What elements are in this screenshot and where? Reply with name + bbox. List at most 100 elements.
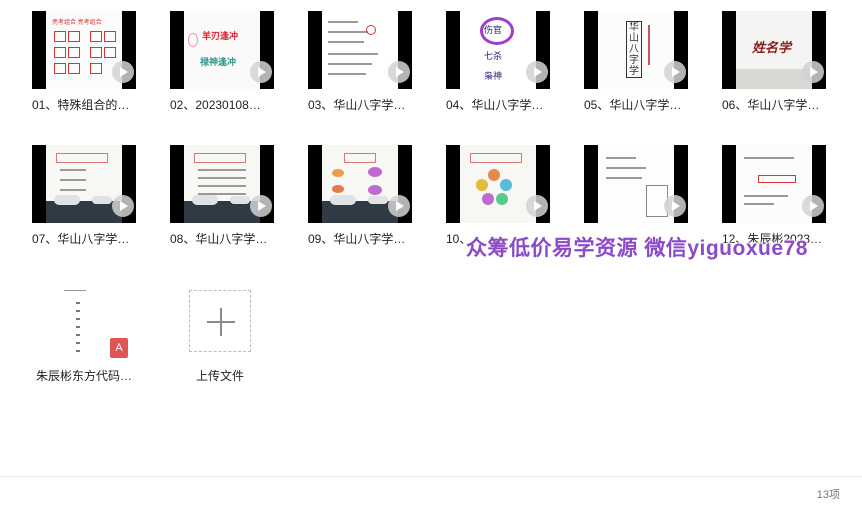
file-item-07[interactable]: 07、华山八字学… [30,145,160,265]
file-item-03[interactable]: 03、华山八字学… [306,11,436,131]
slide-text: 伤官 [484,25,503,35]
slide-cell [68,47,80,58]
file-name[interactable]: 08、华山八字学… [170,231,276,247]
file-item-09[interactable]: 09、华山八字学… [306,145,436,265]
slide-title-box [344,153,376,163]
video-thumbnail[interactable] [446,145,550,223]
decor-mountains [736,69,812,89]
video-thumbnail[interactable]: 姓名学 [722,11,826,89]
slide-preview: 羊刃逢冲 禄神逢冲 [184,11,260,89]
decor-shape [332,169,344,177]
slide-preview: 姓名学 [736,11,812,89]
slide-text: 禄神逢冲 [200,57,237,67]
file-name[interactable]: 04、华山八字学… [446,97,552,113]
video-thumbnail[interactable] [170,145,274,223]
decor-shape [368,167,382,177]
play-icon[interactable] [112,61,134,83]
video-thumbnail[interactable]: 华山八字学 [584,11,688,89]
text-line [328,63,372,65]
text-line [606,177,642,179]
file-name[interactable]: 01、特殊组合的… [32,97,138,113]
text-line [76,350,80,352]
slide-text: 羊刃逢冲 [202,31,239,41]
play-icon[interactable] [802,61,824,83]
slide-preview [598,145,674,223]
text-line [198,185,246,187]
decor-shape [332,185,344,193]
video-thumbnail[interactable] [722,145,826,223]
file-name[interactable]: 07、华山八字学… [32,231,138,247]
video-thumbnail[interactable]: 伤官 七杀 枭神 [446,11,550,89]
text-line [76,342,80,344]
text-line [198,177,246,179]
slide-cell [68,31,80,42]
text-line [60,179,86,181]
slide-preview [322,145,398,223]
video-thumbnail[interactable]: 羊刃逢冲 禄神逢冲 [170,11,274,89]
file-name[interactable]: 05、华山八字学… [584,97,690,113]
status-bar: 13项 [0,476,862,506]
text-line [744,195,788,197]
file-name[interactable]: 02、20230108… [170,97,276,113]
play-icon[interactable] [250,61,272,83]
text-line [328,41,364,43]
pdf-thumbnail[interactable]: A [44,284,128,360]
text-line [76,302,80,304]
file-name[interactable]: 朱辰彬东方代码… [36,368,142,384]
slide-preview [460,145,536,223]
decor-clouds [322,195,398,223]
slide-preview: 亮考组合 亮考组合 [46,11,122,89]
play-icon[interactable] [526,61,548,83]
play-icon[interactable] [112,195,134,217]
decor-shape [188,33,198,47]
video-thumbnail[interactable] [308,145,412,223]
slide-cell [104,31,116,42]
play-icon[interactable] [388,195,410,217]
slide-title: 姓名学 [752,40,792,55]
slide-cell [90,47,102,58]
text-line [328,73,366,75]
slide-cell [54,63,66,74]
slide-cell [54,47,66,58]
play-icon[interactable] [664,195,686,217]
video-thumbnail[interactable] [584,145,688,223]
decor-shape [368,185,382,195]
text-line [60,169,86,171]
slide-cell [104,47,116,58]
slide-preview [322,11,398,89]
slide-cell [54,31,66,42]
upload-button[interactable] [189,290,251,352]
text-line [198,169,246,171]
decor-clouds [184,195,260,223]
slide-title: 亮考组合 亮考组合 [52,20,102,26]
file-item-01[interactable]: 亮考组合 亮考组合 01、特殊组合的… [30,11,160,131]
pdf-icon: A [110,338,128,358]
play-icon[interactable] [802,195,824,217]
decor-shape [482,193,494,205]
play-icon[interactable] [250,195,272,217]
file-item-06[interactable]: 姓名学 06、华山八字学… [720,11,850,131]
file-item-pdf[interactable]: A 朱辰彬东方代码… [30,284,160,404]
decor-box [758,175,796,183]
file-name[interactable]: 06、华山八字学… [722,97,828,113]
slide-cell [90,31,102,42]
file-item-02[interactable]: 羊刃逢冲 禄神逢冲 02、20230108… [168,11,298,131]
text-line [76,334,80,336]
upload-item[interactable]: 上传文件 [168,284,298,404]
upload-label[interactable]: 上传文件 [196,368,302,384]
text-line [328,31,368,33]
file-name[interactable]: 03、华山八字学… [308,97,414,113]
file-item-05[interactable]: 华山八字学 05、华山八字学… [582,11,712,131]
play-icon[interactable] [664,61,686,83]
video-thumbnail[interactable]: 亮考组合 亮考组合 [32,11,136,89]
play-icon[interactable] [526,195,548,217]
file-name[interactable]: 09、华山八字学… [308,231,414,247]
play-icon[interactable] [388,61,410,83]
text-line [328,21,358,23]
decor-shape [496,193,508,205]
file-item-08[interactable]: 08、华山八字学… [168,145,298,265]
video-thumbnail[interactable] [308,11,412,89]
video-thumbnail[interactable] [32,145,136,223]
slide-preview: 华山八字学 [598,11,674,89]
file-item-04[interactable]: 伤官 七杀 枭神 04、华山八字学… [444,11,574,131]
